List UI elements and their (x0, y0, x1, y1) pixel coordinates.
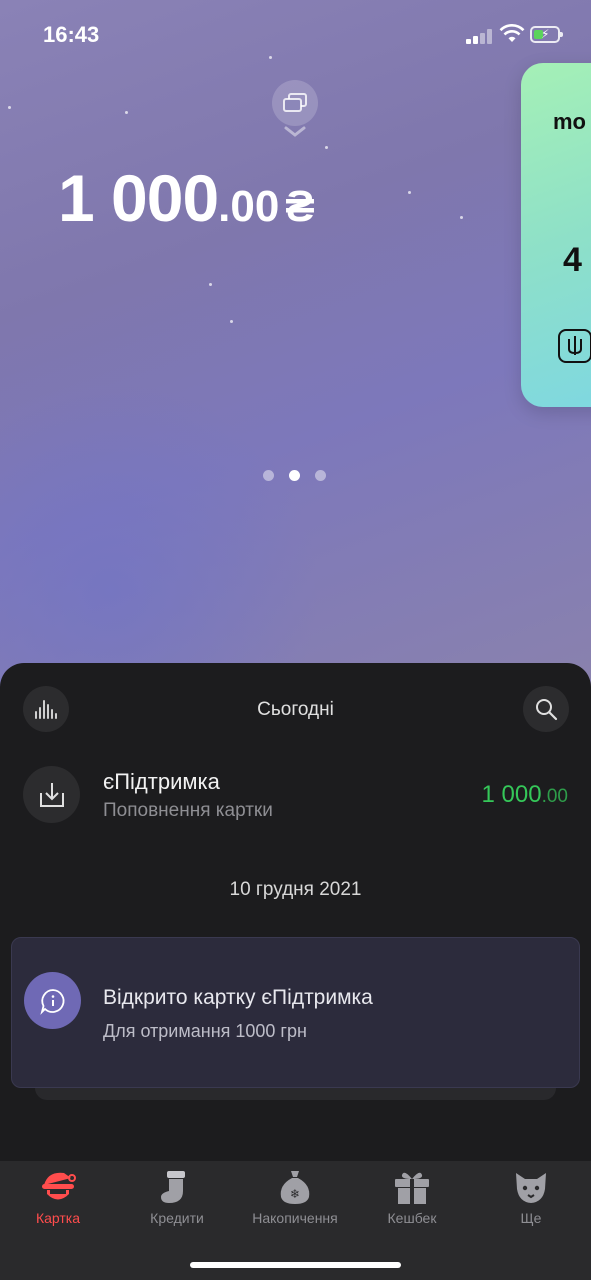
snowflake (209, 283, 212, 286)
tab-cashback-label: Кешбек (387, 1210, 437, 1226)
snowflake (125, 111, 128, 114)
download-icon (40, 783, 64, 807)
tab-savings[interactable]: ❄ Накопичення (240, 1169, 350, 1239)
cards-stack-icon (283, 93, 307, 112)
balance-integer: 1 000 (58, 161, 219, 235)
status-bar: 16:43 ⚡ (0, 0, 591, 70)
tab-bar: Картка Кредити ❄ Накопичення Кешбек Ще (0, 1161, 591, 1280)
info-message-icon (40, 989, 65, 1015)
pager-dot[interactable] (263, 470, 274, 481)
balance-currency: ₴ (285, 182, 315, 231)
payment-card-preview[interactable]: mo 4 (521, 63, 591, 407)
cat-icon (516, 1173, 546, 1203)
tab-credits[interactable]: Кредити (122, 1169, 232, 1239)
pager-dot-active[interactable] (289, 470, 300, 481)
tab-more-label: Ще (520, 1210, 542, 1226)
wifi-icon (499, 24, 525, 42)
snowflake (460, 216, 463, 219)
card-number-fragment: 4 (563, 241, 582, 279)
transaction-amount: 1 000.00 (482, 781, 568, 809)
hero-area: 16:43 ⚡ 1 000.00 ₴ mo 4 (0, 0, 591, 700)
transaction-amount-decimal: .00 (541, 786, 568, 807)
card-switcher-button[interactable] (272, 80, 318, 126)
money-bag-icon: ❄ (280, 1171, 310, 1204)
notice-subtitle: Для отримання 1000 грн (103, 1021, 307, 1041)
tab-more[interactable]: Ще (476, 1169, 586, 1239)
notice-icon (24, 972, 81, 1029)
battery-charging-icon: ⚡ (530, 26, 563, 43)
date-header: 10 грудня 2021 (229, 879, 362, 900)
snowflake (408, 191, 411, 194)
notice-title: Відкрито картку єПідтримка (103, 986, 373, 1009)
tab-credits-label: Кредити (150, 1210, 204, 1226)
snowflake (325, 146, 328, 149)
balance-decimal: .00 (218, 182, 280, 231)
search-icon (536, 699, 558, 721)
card-opened-notice[interactable]: Відкрито картку єПідтримка Для отримання… (11, 937, 580, 1088)
stocking-icon (161, 1171, 185, 1203)
tab-card-label: Картка (35, 1210, 81, 1226)
gift-icon (395, 1172, 429, 1204)
tab-savings-label: Накопичення (252, 1210, 338, 1226)
status-time: 16:43 (43, 22, 100, 47)
svg-text:❄: ❄ (290, 1187, 300, 1201)
transaction-description: Поповнення картки (103, 800, 273, 821)
chevron-down-icon[interactable] (284, 126, 306, 138)
transaction-amount-integer: 1 000 (481, 781, 542, 808)
tab-cashback[interactable]: Кешбек (357, 1169, 467, 1239)
card-balance: 1 000.00 ₴ (58, 160, 315, 236)
santa-icon (42, 1172, 76, 1200)
transaction-icon (23, 766, 80, 823)
trident-icon (558, 329, 591, 363)
tab-card[interactable]: Картка (3, 1169, 113, 1239)
transaction-name: єПідтримка (103, 769, 220, 794)
home-indicator[interactable] (190, 1262, 401, 1268)
feed-title: Сьогодні (257, 699, 334, 720)
snowflake (8, 106, 11, 109)
cellular-signal-icon (466, 28, 494, 44)
card-brand: mo (553, 109, 586, 134)
snowflake (230, 320, 233, 323)
pager-dot[interactable] (315, 470, 326, 481)
search-button[interactable] (523, 686, 569, 732)
